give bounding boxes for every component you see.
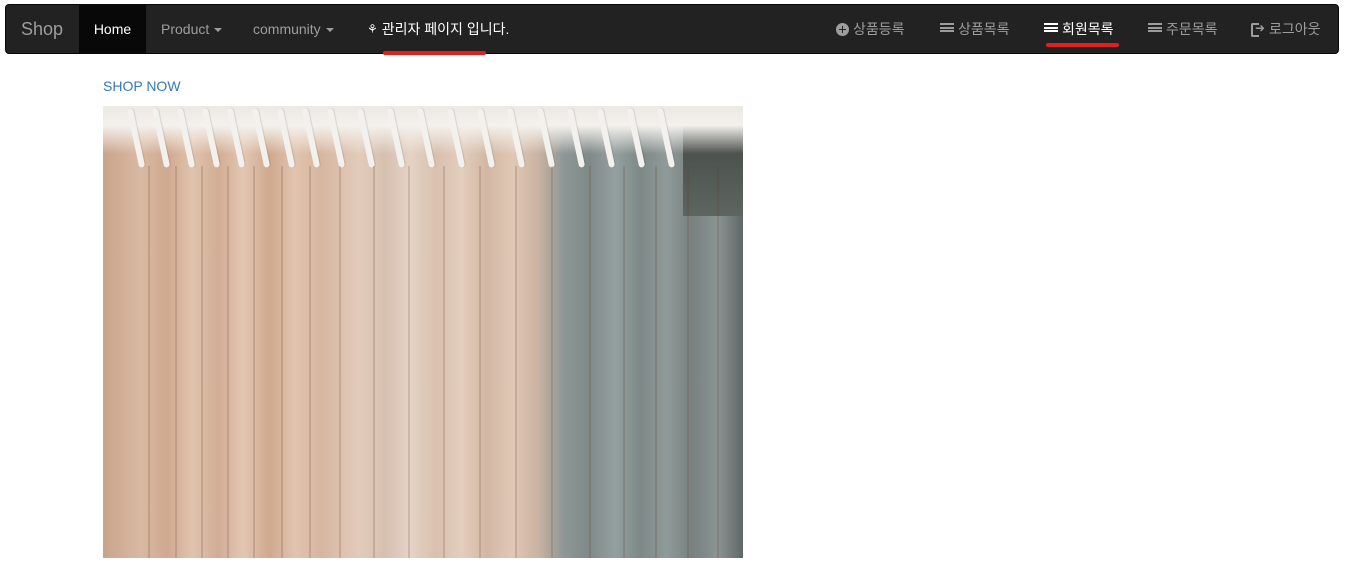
red-underline-annotation	[1046, 43, 1119, 47]
garment-fold	[717, 166, 719, 558]
garment-fold	[408, 166, 410, 558]
list-icon	[1148, 23, 1162, 35]
nav-community-dropdown[interactable]: community	[253, 5, 334, 53]
plus-circle-icon	[836, 22, 849, 36]
admin-page-notice-label: 관리자 페이지 입니다.	[381, 21, 510, 37]
red-underline-annotation	[383, 51, 486, 55]
garment-fold	[443, 166, 445, 558]
garment-fold	[281, 166, 283, 558]
garment-fold	[201, 166, 203, 558]
nav-product-list[interactable]: 상품목록	[940, 5, 1010, 53]
garment-fold	[551, 166, 553, 558]
nav-product-label: Product	[161, 21, 210, 37]
garment-fold	[655, 166, 657, 558]
list-icon	[1044, 23, 1058, 35]
garment-fold	[148, 166, 150, 558]
admin-page-notice: ⚘ 관리자 페이지 입니다.	[367, 5, 509, 53]
nav-member-list-label: 회원목록	[1062, 21, 1114, 37]
garment-fold	[479, 166, 481, 558]
nav-product-dropdown[interactable]: Product	[161, 5, 223, 53]
garment-fold	[687, 166, 689, 558]
garment-fold	[227, 166, 229, 558]
nav-order-list-label: 주문목록	[1166, 21, 1218, 37]
nav-order-list[interactable]: 주문목록	[1148, 5, 1218, 53]
clothes-rack-photo	[103, 106, 743, 558]
nav-community-label: community	[253, 21, 321, 37]
caret-down-icon	[214, 28, 223, 33]
list-icon	[940, 23, 954, 35]
nav-logout[interactable]: 로그아웃	[1251, 5, 1321, 53]
nav-logout-label: 로그아웃	[1269, 21, 1321, 37]
nav-home[interactable]: Home	[79, 5, 146, 53]
garment-fold	[175, 166, 177, 558]
garment-fold	[515, 166, 517, 558]
garment-fold	[373, 166, 375, 558]
logout-icon	[1251, 19, 1265, 38]
garment-fold	[253, 166, 255, 558]
shop-now-link[interactable]: SHOP NOW	[103, 78, 181, 94]
brand-link[interactable]: Shop	[21, 5, 63, 53]
grain-icon: ⚘	[367, 22, 378, 37]
garment-fold	[339, 166, 341, 558]
nav-product-register-label: 상품등록	[853, 21, 905, 37]
caret-down-icon	[325, 28, 334, 33]
garment-fold	[589, 166, 591, 558]
nav-product-register[interactable]: 상품등록	[836, 5, 905, 53]
garment-fold	[309, 166, 311, 558]
top-navbar: Shop Home Product community ⚘ 관리자 페이지 입니다…	[5, 4, 1339, 54]
garment-fold	[623, 166, 625, 558]
nav-product-list-label: 상품목록	[958, 21, 1010, 37]
